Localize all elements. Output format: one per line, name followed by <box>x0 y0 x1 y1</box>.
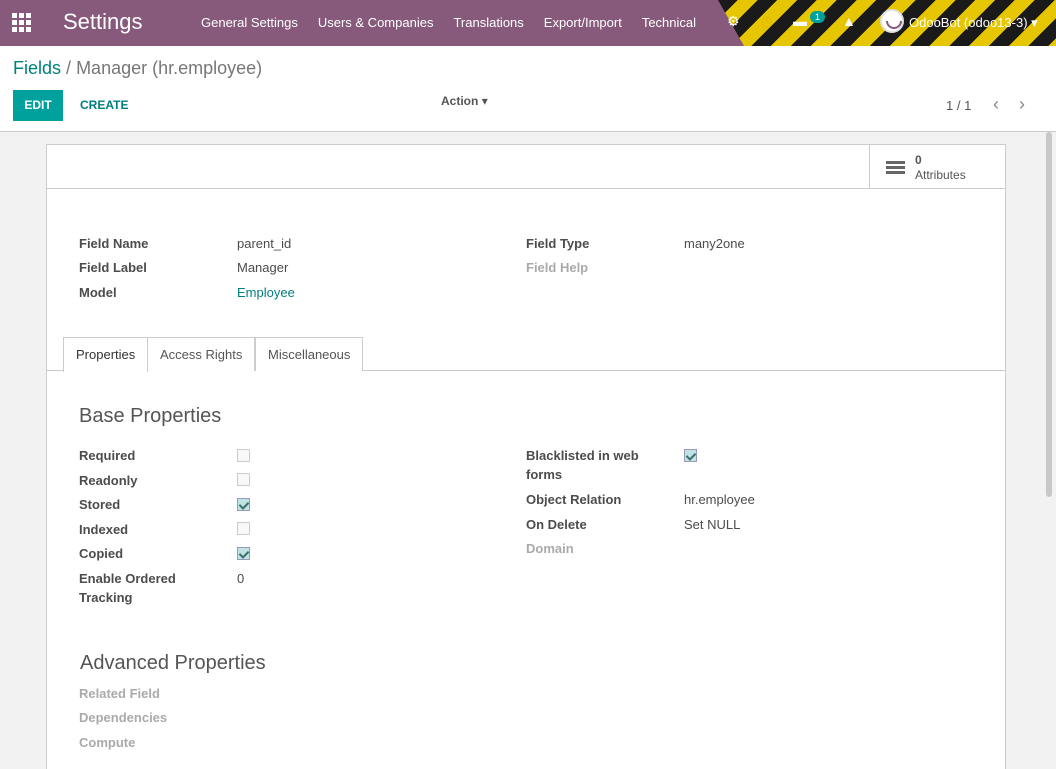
object-relation-value: hr.employee <box>684 492 755 507</box>
base-properties-title: Base Properties <box>79 405 222 427</box>
field-label-value: Manager <box>237 260 289 275</box>
chat-icon[interactable]: ▬ <box>793 13 807 29</box>
caret-down-icon: ▾ <box>1031 15 1038 30</box>
attributes-label: Attributes <box>915 168 966 182</box>
field-help-label: Field Help <box>526 260 589 275</box>
domain-label: Domain <box>526 541 574 556</box>
user-icon[interactable]: ▲ <box>842 13 856 29</box>
field-type-value: many2one <box>684 236 745 251</box>
tracking-label: Enable Ordered Tracking <box>79 569 176 607</box>
bug-icon[interactable]: ⚙ <box>727 13 740 30</box>
menu-technical[interactable]: Technical <box>632 0 706 46</box>
tab-access-rights[interactable]: Access Rights <box>148 337 256 371</box>
action-label: Action <box>441 94 479 108</box>
top-navbar: Settings General Settings Users & Compan… <box>0 0 1056 46</box>
breadcrumb-current: Manager (hr.employee) <box>76 58 263 78</box>
caret-down-icon: ▾ <box>481 94 488 108</box>
model-label: Model <box>79 285 117 300</box>
list-icon <box>886 161 905 175</box>
breadcrumb-fields-link[interactable]: Fields <box>13 58 61 78</box>
readonly-label: Readonly <box>79 473 138 488</box>
pager-next-icon[interactable]: › <box>1019 94 1025 115</box>
blacklisted-checkbox <box>684 449 697 462</box>
control-panel: Fields / Manager (hr.employee) EDIT CREA… <box>0 46 1056 132</box>
user-menu[interactable]: OdooBot (odoo13-3) ▾ <box>909 15 1038 31</box>
apps-menu-icon[interactable] <box>12 13 32 33</box>
advanced-properties-title: Advanced Properties <box>80 652 266 674</box>
tab-properties[interactable]: Properties <box>63 337 149 372</box>
menu-users-companies[interactable]: Users & Companies <box>308 0 444 46</box>
pager-value[interactable]: 1 / 1 <box>946 98 971 113</box>
copied-label: Copied <box>79 546 124 561</box>
app-title: Settings <box>63 9 143 34</box>
copied-checkbox <box>237 547 250 560</box>
breadcrumb: Fields / Manager (hr.employee) <box>13 58 262 79</box>
required-label: Required <box>79 448 136 463</box>
breadcrumb-separator: / <box>66 58 72 78</box>
tracking-label-line-2: Tracking <box>79 590 133 605</box>
dependencies-label: Dependencies <box>79 710 168 725</box>
menu-general-settings[interactable]: General Settings <box>191 0 308 46</box>
stored-checkbox <box>237 498 250 511</box>
blacklisted-label-line-1: Blacklisted in web <box>526 448 639 463</box>
field-name-value: parent_id <box>237 236 292 251</box>
indexed-label: Indexed <box>79 522 129 537</box>
tracking-label-line-1: Enable Ordered <box>79 571 176 586</box>
field-name-label: Field Name <box>79 236 149 251</box>
indexed-checkbox <box>237 522 250 535</box>
attributes-count: 0 <box>915 153 922 167</box>
main-menu: General Settings Users & Companies Trans… <box>191 0 706 46</box>
clock-icon[interactable]: ◷ <box>761 13 773 30</box>
compute-label: Compute <box>79 735 136 750</box>
messages-badge: 1 <box>810 11 826 23</box>
menu-export-import[interactable]: Export/Import <box>534 0 632 46</box>
related-field-label: Related Field <box>79 686 160 701</box>
model-link[interactable]: Employee <box>237 285 295 300</box>
button-box: 0 Attributes <box>47 145 1005 189</box>
blacklisted-label: Blacklisted in web forms <box>526 446 639 484</box>
tab-miscellaneous[interactable]: Miscellaneous <box>255 337 364 371</box>
edit-button[interactable]: EDIT <box>13 90 63 121</box>
avatar[interactable] <box>880 9 904 33</box>
object-relation-label: Object Relation <box>526 492 622 507</box>
form-sheet: 0 Attributes Field Name parent_id Field … <box>46 144 1006 769</box>
readonly-checkbox <box>237 473 250 486</box>
on-delete-label: On Delete <box>526 517 587 532</box>
required-checkbox <box>237 449 250 462</box>
stored-label: Stored <box>79 497 121 512</box>
menu-translations[interactable]: Translations <box>443 0 533 46</box>
scrollbar[interactable] <box>1046 132 1052 497</box>
field-type-label: Field Type <box>526 236 590 251</box>
attributes-button[interactable]: 0 Attributes <box>869 145 1006 189</box>
notebook-tabs: Properties Access Rights Miscellaneous <box>47 337 1005 372</box>
create-button[interactable]: CREATE <box>80 98 128 112</box>
tracking-value: 0 <box>237 571 245 586</box>
user-name: OdooBot (odoo13-3) <box>909 15 1028 30</box>
blacklisted-label-line-2: forms <box>526 467 563 482</box>
action-dropdown[interactable]: Action ▾ <box>441 94 488 108</box>
pager-previous-icon[interactable]: ‹ <box>993 94 999 115</box>
field-label-label: Field Label <box>79 260 147 275</box>
on-delete-value: Set NULL <box>684 517 741 532</box>
